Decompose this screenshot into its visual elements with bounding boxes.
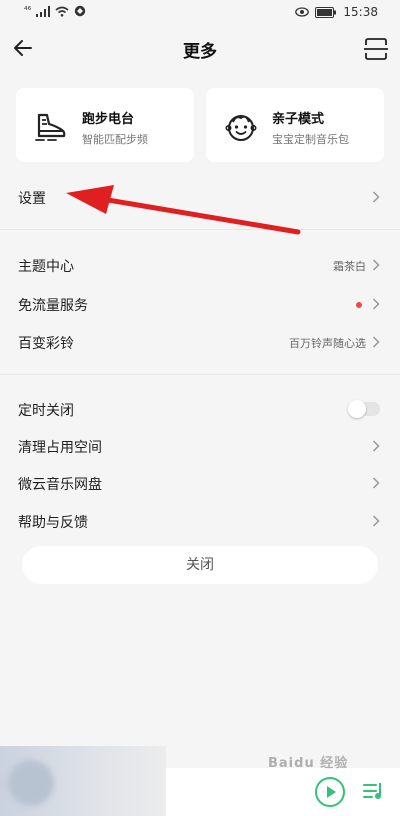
playlist-icon[interactable] — [362, 780, 386, 802]
blurred-track-info — [0, 746, 166, 816]
play-icon[interactable] — [314, 776, 346, 808]
annotation-arrow-icon — [66, 185, 301, 235]
watermark: Baidu 经验 — [268, 756, 349, 771]
album-art — [8, 760, 54, 806]
player-controls — [166, 768, 400, 816]
